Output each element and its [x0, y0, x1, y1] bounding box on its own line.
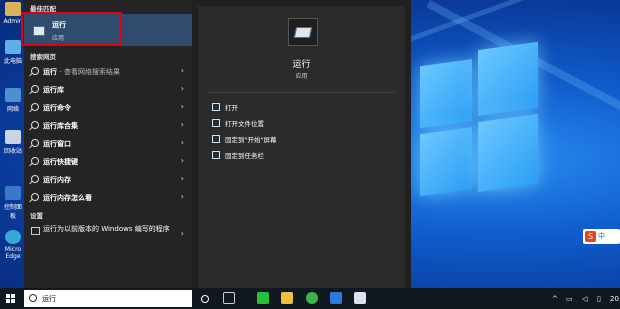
clock[interactable]: 20	[610, 295, 619, 303]
wechat-icon[interactable]	[257, 292, 269, 304]
pin-icon	[212, 151, 220, 159]
web-result-bold: 运行窗口	[43, 140, 71, 148]
app-icon[interactable]	[330, 292, 342, 304]
search-icon	[31, 121, 39, 129]
desktop-icon-network[interactable]: 网络	[2, 88, 24, 113]
chevron-right-icon[interactable]: ›	[181, 156, 184, 165]
action-open-file-location[interactable]: 打开文件位置	[212, 118, 264, 130]
chevron-right-icon[interactable]: ›	[181, 102, 184, 111]
desktop-icon-label: Admin	[3, 18, 23, 25]
chevron-right-icon[interactable]: ›	[181, 120, 184, 129]
search-icon	[31, 85, 39, 93]
pin-icon	[212, 135, 220, 143]
network-icon[interactable]: ▭	[566, 295, 573, 303]
web-result-item[interactable]: 运行快捷键 ›	[24, 153, 192, 170]
web-result-item[interactable]: 运行库合集 ›	[24, 117, 192, 134]
settings-result-label: 运行为以前版本的 Windows 编写的程序	[43, 225, 170, 233]
desktop-icon-label: 控制面板	[3, 204, 22, 220]
chevron-right-icon[interactable]: ›	[181, 66, 184, 75]
search-icon	[31, 193, 39, 201]
action-label: 固定到任务栏	[225, 152, 264, 160]
web-result-item[interactable]: 运行命令 ›	[24, 99, 192, 116]
ime-indicator[interactable]: S 中	[583, 229, 620, 244]
desktop-icon-recycle-bin[interactable]: 回收站	[2, 130, 24, 155]
action-pin-to-taskbar[interactable]: 固定到任务栏	[212, 150, 264, 162]
result-detail-panel: 运行 应用 打开 打开文件位置 固定到"开始"屏幕 固定到任务栏	[198, 6, 405, 288]
web-result-item[interactable]: 运行库 ›	[24, 81, 192, 98]
web-result-item[interactable]: 运行 - 查看网络搜索结果 ›	[24, 63, 192, 80]
search-icon	[29, 294, 37, 302]
folder-icon	[212, 119, 220, 127]
detail-title: 运行	[292, 60, 311, 70]
tray-chevron-icon[interactable]: ^	[552, 295, 558, 303]
action-label: 固定到"开始"屏幕	[225, 136, 277, 144]
volume-icon[interactable]: ◁	[582, 295, 587, 303]
chevron-right-icon[interactable]: ›	[181, 229, 184, 238]
search-icon	[31, 175, 39, 183]
settings-heading: 设置	[30, 212, 43, 220]
search-icon	[31, 139, 39, 147]
desktop-icon-label: 网络	[6, 106, 19, 113]
settings-result-compat[interactable]: 运行为以前版本的 Windows 编写的程序 ›	[24, 223, 192, 249]
chevron-right-icon[interactable]: ›	[181, 84, 184, 93]
action-label: 打开文件位置	[225, 120, 264, 128]
detail-subtitle: 应用	[295, 73, 308, 80]
task-view-icon[interactable]	[223, 292, 235, 304]
web-result-item[interactable]: 运行窗口 ›	[24, 135, 192, 152]
search-icon	[31, 67, 39, 75]
desktop-icon-edge[interactable]: Micro Edge	[2, 230, 24, 260]
web-result-bold: 运行库	[43, 86, 64, 94]
web-result-bold: 运行	[43, 68, 57, 76]
search-input[interactable]: 运行	[42, 294, 56, 304]
desktop-icon-control-panel[interactable]: 控制面板	[2, 186, 24, 220]
run-app-large-icon	[288, 18, 318, 46]
web-result-bold: 运行内存	[43, 176, 71, 184]
ime-language: 中	[598, 232, 605, 240]
open-icon	[212, 103, 220, 111]
settings-list-icon	[31, 227, 40, 235]
action-open[interactable]: 打开	[212, 102, 238, 114]
search-icon	[31, 157, 39, 165]
divider	[208, 92, 395, 93]
browser-icon[interactable]	[306, 292, 318, 304]
file-explorer-icon[interactable]	[281, 292, 293, 304]
desktop-icon-label: 回收站	[3, 148, 22, 155]
web-result-rest: - 查看网络搜索结果	[57, 68, 120, 76]
chevron-right-icon[interactable]: ›	[181, 192, 184, 201]
chevron-right-icon[interactable]: ›	[181, 138, 184, 147]
desktop-icon-label: Micro Edge	[4, 246, 22, 260]
highlight-box	[21, 12, 122, 46]
battery-icon[interactable]: ▯	[597, 295, 601, 303]
web-result-bold: 运行快捷键	[43, 158, 78, 166]
sogou-icon: S	[585, 231, 596, 242]
web-result-bold: 运行内存怎么看	[43, 194, 92, 202]
web-result-item[interactable]: 运行内存 ›	[24, 171, 192, 188]
cortana-icon[interactable]	[201, 295, 209, 303]
action-label: 打开	[225, 104, 238, 112]
web-result-item[interactable]: 运行内存怎么看 ›	[24, 189, 192, 206]
windows-logo-wallpaper	[420, 41, 538, 204]
chevron-right-icon[interactable]: ›	[181, 174, 184, 183]
search-icon	[31, 103, 39, 111]
web-result-bold: 运行库合集	[43, 122, 78, 130]
web-search-heading: 搜索网页	[30, 53, 56, 61]
desktop-icon-label: 此电脑	[3, 58, 22, 65]
run-taskbar-icon[interactable]	[354, 292, 366, 304]
windows-start-icon[interactable]	[6, 294, 16, 304]
action-pin-to-start[interactable]: 固定到"开始"屏幕	[212, 134, 276, 146]
web-result-bold: 运行命令	[43, 104, 71, 112]
taskbar-search-box[interactable]: 运行	[24, 290, 192, 307]
